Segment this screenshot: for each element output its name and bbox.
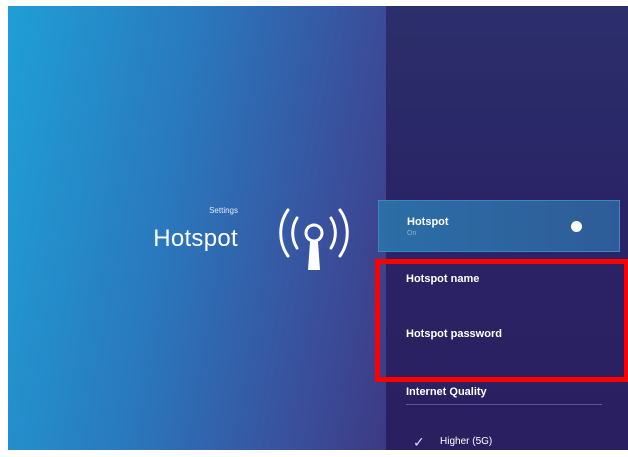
- checkmark-icon: ✓: [413, 434, 425, 450]
- quality-option-higher[interactable]: ✓ Higher (5G): [378, 430, 620, 450]
- hotspot-toggle-row[interactable]: Hotspot On: [378, 200, 620, 252]
- breadcrumb: Settings: [209, 206, 238, 215]
- annotation-highlight-box: [375, 259, 628, 382]
- page-title: Hotspot: [153, 225, 238, 252]
- hotspot-antenna-icon: [266, 198, 362, 278]
- hotspot-label: Hotspot: [407, 216, 449, 228]
- divider: [406, 404, 602, 405]
- toggle-switch[interactable]: [571, 221, 582, 232]
- title-block: Settings Hotspot: [123, 206, 238, 253]
- internet-quality-header: Internet Quality: [378, 378, 620, 408]
- internet-quality-label: Internet Quality: [406, 386, 487, 398]
- hotspot-status: On: [407, 230, 417, 237]
- quality-option-label: Higher (5G): [440, 436, 493, 447]
